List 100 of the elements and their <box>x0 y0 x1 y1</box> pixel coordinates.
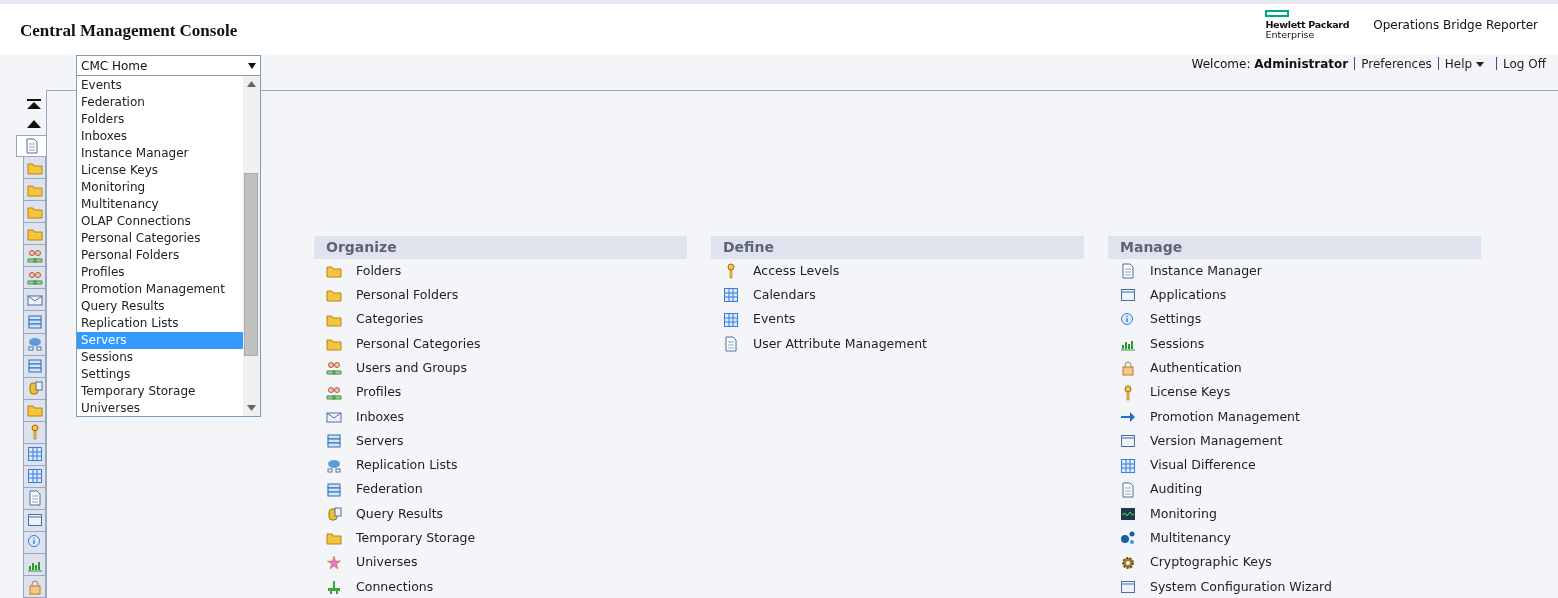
section-link[interactable]: Connections <box>314 574 687 598</box>
section-link[interactable]: Cryptographic Keys <box>1108 550 1481 575</box>
scroll-down-arrow-icon[interactable] <box>247 405 256 411</box>
grid-icon <box>26 468 43 485</box>
sidebar-tab[interactable] <box>23 157 46 180</box>
section-link[interactable]: Replication Lists <box>314 453 687 478</box>
sidebar-tab[interactable] <box>23 267 46 290</box>
section-link[interactable]: Query Results <box>314 501 687 527</box>
dropdown-option[interactable]: Folders <box>77 111 243 128</box>
sidebar-tab[interactable] <box>23 487 46 510</box>
scroll-up-arrow-icon[interactable] <box>247 81 256 87</box>
section-link[interactable]: Personal Categories <box>314 331 687 357</box>
dropdown-option[interactable]: Replication Lists <box>77 315 243 332</box>
section-link[interactable]: Universes <box>314 550 687 575</box>
header-link[interactable]: Preferences <box>1361 57 1432 71</box>
dropdown-option[interactable]: Settings <box>77 366 243 383</box>
window-icon <box>26 512 43 529</box>
dropdown-option[interactable]: Multitenancy <box>77 196 243 213</box>
sidebar-tab[interactable] <box>23 531 46 554</box>
section-link[interactable]: Instance Manager <box>1108 259 1481 284</box>
dropdown-option[interactable]: Events <box>77 77 243 94</box>
lock-icon <box>1120 360 1136 377</box>
section-link[interactable]: Temporary Storage <box>314 526 687 551</box>
dropdown-option[interactable]: Profiles <box>77 264 243 281</box>
section-link[interactable]: Inboxes <box>314 404 687 430</box>
section-link[interactable]: Visual Difference <box>1108 453 1481 478</box>
scrollbar[interactable] <box>243 76 260 416</box>
dropdown-option[interactable]: Promotion Management <box>77 281 243 298</box>
section-link[interactable]: Authentication <box>1108 356 1481 381</box>
sidebar-tab[interactable] <box>23 201 46 224</box>
document-icon <box>1120 481 1136 498</box>
app-title: Central Management Console <box>20 20 238 42</box>
lock-icon <box>26 578 43 595</box>
dropdown-option[interactable]: Federation <box>77 94 243 111</box>
dots-icon <box>1120 530 1136 547</box>
cloud-icon <box>26 336 43 353</box>
section-link[interactable]: Personal Folders <box>314 283 687 308</box>
section-link[interactable]: User Attribute Management <box>711 331 1084 357</box>
grid-icon <box>1120 457 1136 474</box>
section-link[interactable]: System Configuration Wizard <box>1108 574 1481 598</box>
section-link[interactable]: Servers <box>314 429 687 454</box>
sidebar-tab[interactable] <box>23 465 46 488</box>
sidebar-tab[interactable] <box>23 333 46 356</box>
dropdown-option[interactable]: Personal Categories <box>77 230 243 247</box>
sidebar-tab[interactable] <box>16 135 46 158</box>
section-link[interactable]: Profiles <box>314 380 687 405</box>
sidebar-tab[interactable] <box>23 554 46 577</box>
dropdown-option[interactable]: Sessions <box>77 349 243 366</box>
section-link[interactable]: Promotion Management <box>1108 404 1481 430</box>
sidebar-tab[interactable] <box>23 399 46 422</box>
brand-name: Hewlett Packard <box>1265 20 1350 30</box>
section-link[interactable]: Auditing <box>1108 477 1481 502</box>
header-link[interactable]: Log Off <box>1503 57 1546 71</box>
section-link[interactable]: Folders <box>314 259 687 284</box>
section-link[interactable]: Events <box>711 307 1084 332</box>
star-icon <box>326 554 342 571</box>
cylinder-icon <box>26 380 43 397</box>
section-link[interactable]: Sessions <box>1108 331 1481 357</box>
window-icon <box>1120 579 1136 595</box>
sidebar-tab[interactable] <box>23 289 46 312</box>
people-icon <box>326 384 342 401</box>
sidebar-tab[interactable] <box>23 576 46 598</box>
section-link[interactable]: Version Management <box>1108 429 1481 454</box>
section-link[interactable]: Federation <box>314 477 687 502</box>
sidebar-tab[interactable] <box>23 311 46 334</box>
dropdown-option[interactable]: Universes <box>77 400 243 417</box>
document-icon <box>26 490 43 507</box>
section-link[interactable]: Categories <box>314 307 687 332</box>
section-link[interactable]: Multitenancy <box>1108 526 1481 551</box>
header-link[interactable]: Help <box>1444 57 1491 71</box>
section-link[interactable]: Calendars <box>711 283 1084 308</box>
server-icon <box>326 433 342 450</box>
sidebar-tab[interactable] <box>23 355 46 378</box>
navigation-dropdown[interactable]: CMC Home <box>76 55 261 76</box>
document-icon <box>1120 263 1136 280</box>
dropdown-option[interactable]: Instance Manager <box>77 145 243 162</box>
sidebar-tab[interactable] <box>23 443 46 466</box>
dropdown-option[interactable]: Inboxes <box>77 128 243 145</box>
server-icon <box>26 314 43 330</box>
dropdown-option[interactable]: License Keys <box>77 162 243 179</box>
dropdown-option[interactable]: Monitoring <box>77 179 243 196</box>
section-link[interactable]: License Keys <box>1108 380 1481 405</box>
sidebar-tab[interactable] <box>23 421 46 444</box>
sidebar-tab[interactable] <box>23 223 46 246</box>
grid-icon <box>723 311 739 328</box>
dropdown-option[interactable]: Temporary Storage <box>77 383 243 400</box>
section-link[interactable]: Monitoring <box>1108 501 1481 527</box>
section-link[interactable]: Settings <box>1108 307 1481 332</box>
dropdown-option[interactable]: Personal Folders <box>77 247 243 264</box>
logo-icon <box>1265 10 1290 17</box>
sidebar-tab[interactable] <box>23 509 46 532</box>
dropdown-option[interactable]: Query Results <box>77 298 243 315</box>
section-link[interactable]: Access Levels <box>711 259 1084 284</box>
sidebar-tab[interactable] <box>23 245 46 268</box>
section-link[interactable]: Applications <box>1108 283 1481 308</box>
sidebar-tab[interactable] <box>23 377 46 400</box>
section-link[interactable]: Users and Groups <box>314 356 687 381</box>
dropdown-option[interactable]: OLAP Connections <box>77 213 243 230</box>
section-heading: Define <box>711 236 1084 259</box>
sidebar-tab[interactable] <box>23 179 46 202</box>
